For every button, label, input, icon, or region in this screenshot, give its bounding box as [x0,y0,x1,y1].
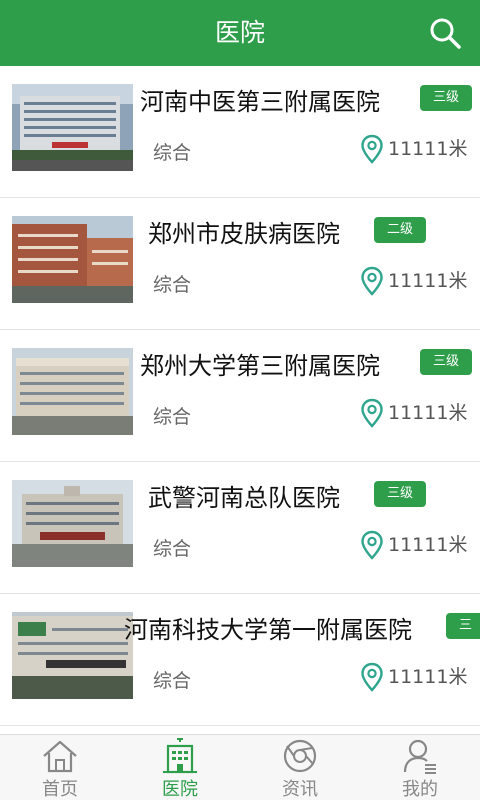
hospital-row[interactable]: 郑州大学第三附属医院 三级 综合 11111米 [0,330,480,462]
distance-value: 11111米 [388,666,468,688]
distance: 11111米 [360,132,467,166]
distance: 11111米 [360,264,467,298]
tab-label: 资讯 [282,779,318,800]
level-badge: 三级 [374,481,427,507]
hospital-list[interactable]: 河南中医第三附属医院 三级 综合 11111米 郑州市皮肤病医院 二级 综合 1… [0,66,480,734]
location-pin-icon [361,398,383,428]
bottom-tab-bar: 首页 医院 资讯 我的 [0,734,480,800]
search-icon[interactable] [428,16,462,50]
news-icon [283,739,317,773]
hospital-name: 河南科技大学第一附属医院 [124,616,412,644]
location-pin-icon [361,530,383,560]
profile-icon [403,739,436,774]
tab-home[interactable]: 首页 [0,735,120,801]
distance: 11111米 [360,660,467,694]
location-pin-icon [361,134,383,164]
hospital-photo [12,348,133,435]
level-badge: 三级 [420,349,473,375]
hospital-photo [12,84,133,171]
hospital-photo [12,216,133,303]
tab-profile[interactable]: 我的 [360,735,480,801]
hospital-type: 综合 [153,142,192,164]
hospital-type: 综合 [153,406,192,428]
hospital-type: 综合 [153,670,192,692]
level-badge: 二级 [374,217,427,243]
hospital-photo [12,480,133,567]
hospital-name: 武警河南总队医院 [148,484,340,512]
tab-news[interactable]: 资讯 [240,735,360,801]
hospital-type: 综合 [153,538,192,560]
hospital-row[interactable]: 郑州市皮肤病医院 二级 综合 11111米 [0,198,480,330]
app-header: 医院 [0,0,480,66]
tab-hospital[interactable]: 医院 [120,735,240,801]
page-title: 医院 [214,18,265,47]
hospital-row[interactable]: 河南中医第三附属医院 三级 综合 11111米 [0,66,480,198]
hospital-icon [163,738,197,774]
hospital-row[interactable]: 武警河南总队医院 三级 综合 11111米 [0,462,480,594]
hospital-row[interactable]: 河南科技大学第一附属医院 三级 综合 11111米 [0,594,480,726]
distance-value: 11111米 [388,402,468,424]
level-badge: 三级 [446,613,480,659]
tab-label: 首页 [42,779,78,800]
hospital-type: 综合 [153,274,192,296]
distance: 11111米 [360,528,467,562]
level-badge: 三级 [420,85,473,111]
hospital-name: 郑州市皮肤病医院 [148,220,340,248]
distance: 11111米 [360,396,467,430]
location-pin-icon [361,266,383,296]
home-icon [43,740,77,773]
hospital-name: 郑州大学第三附属医院 [140,352,380,380]
distance-value: 11111米 [388,270,468,292]
location-pin-icon [361,662,383,692]
hospital-name: 河南中医第三附属医院 [140,88,380,116]
distance-value: 11111米 [388,534,468,556]
tab-label: 我的 [402,779,438,800]
distance-value: 11111米 [388,138,468,160]
hospital-photo [12,612,133,699]
tab-label: 医院 [162,779,198,800]
